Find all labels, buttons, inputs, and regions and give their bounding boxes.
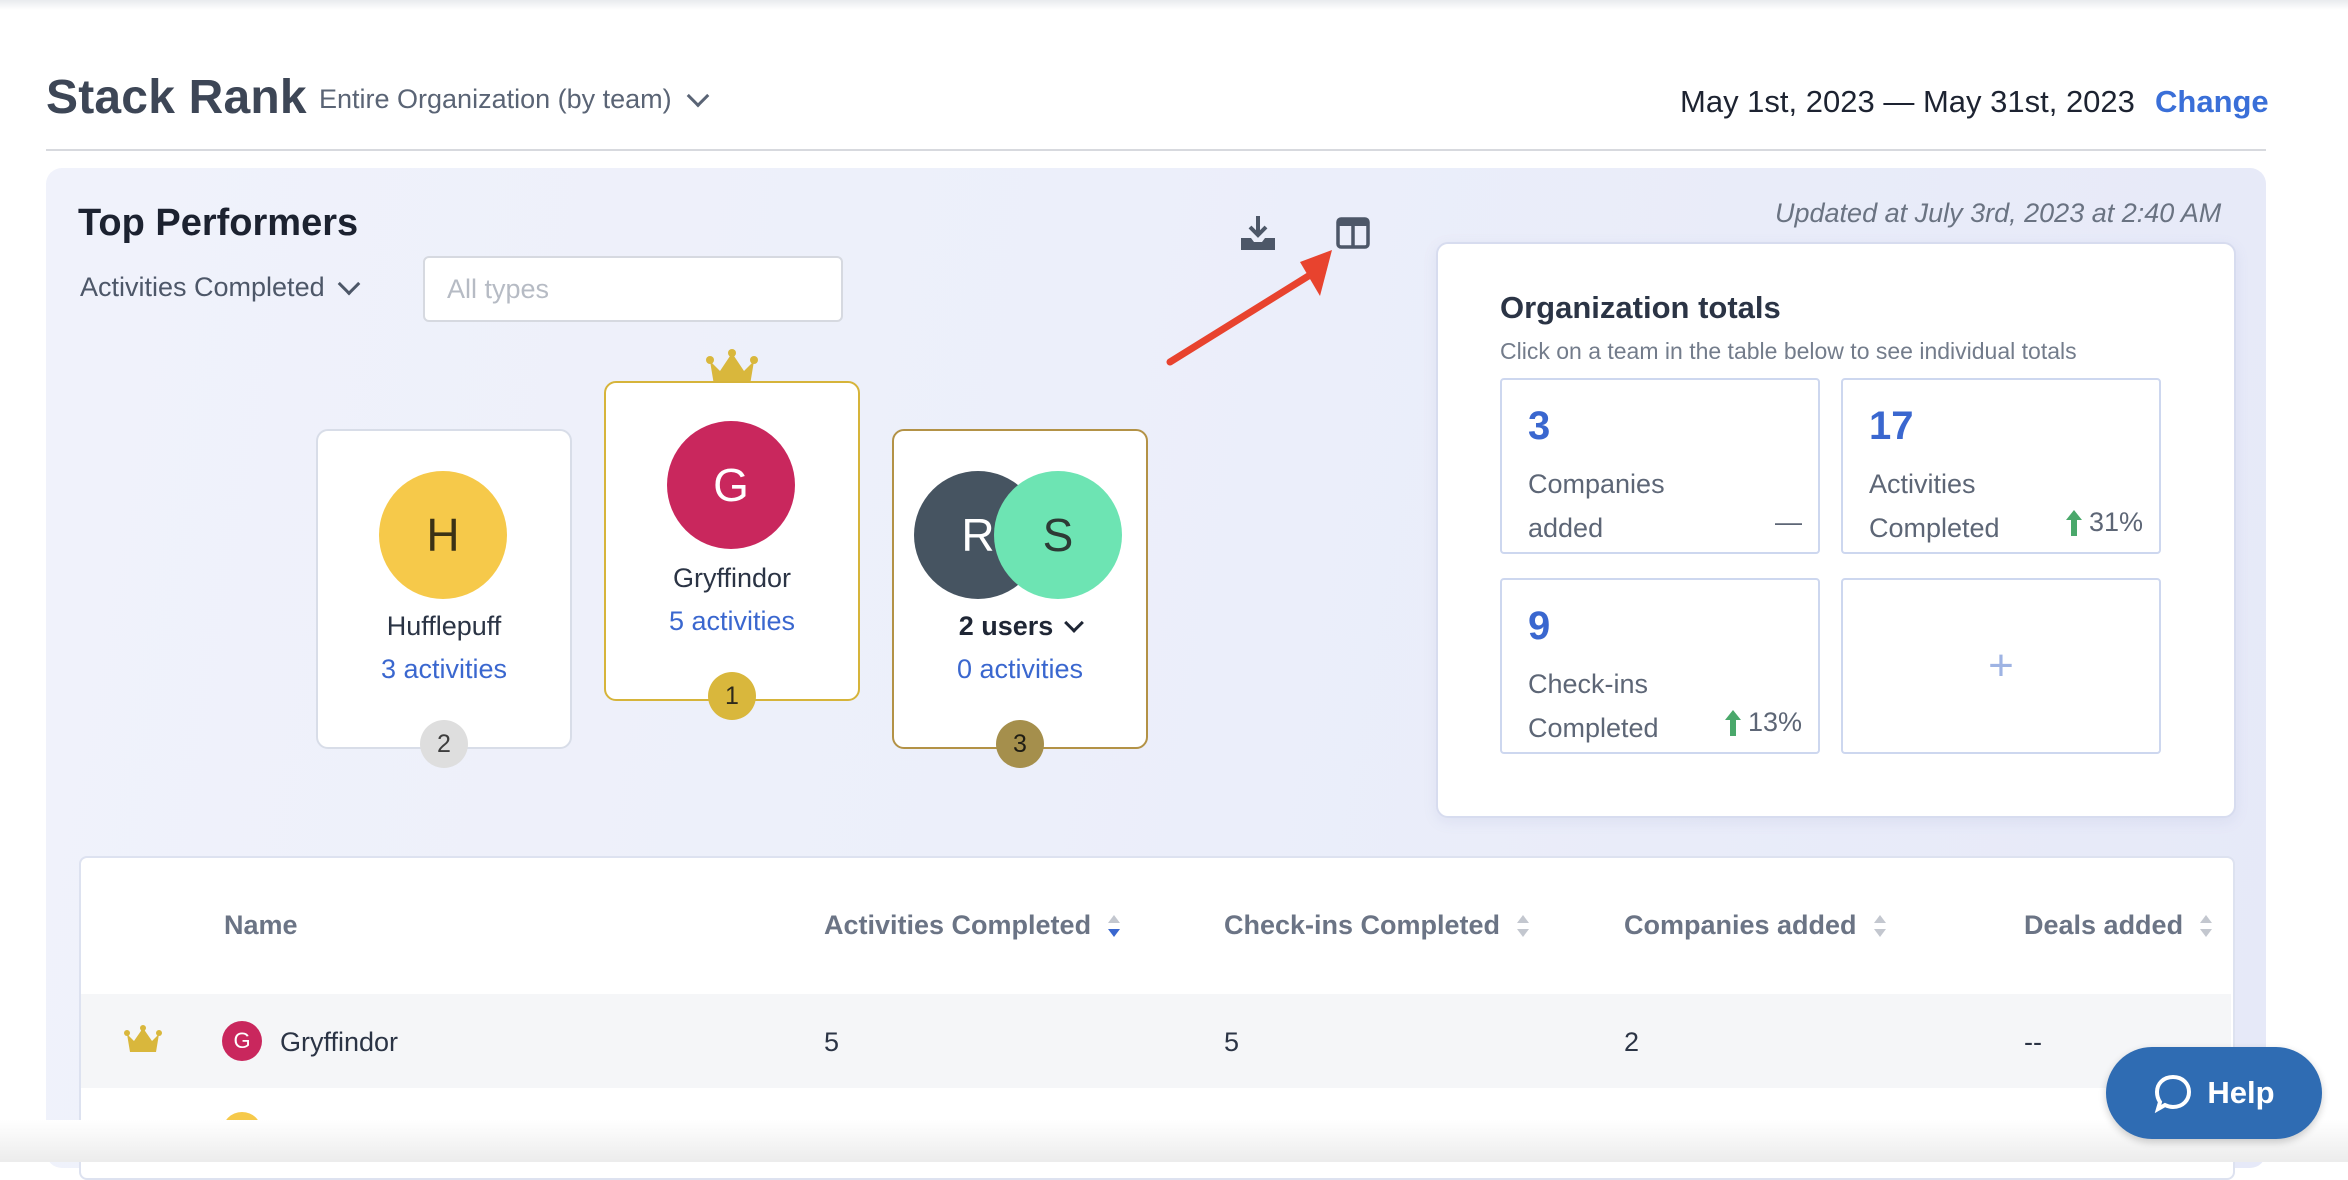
stat-value: 3 — [1528, 404, 1551, 448]
column-header-label: Companies added — [1624, 910, 1857, 940]
stat-change: 31% — [2065, 507, 2143, 538]
column-header-name[interactable]: Name — [224, 910, 298, 941]
column-header-companies[interactable]: Companies added — [1624, 910, 1887, 941]
rank-badge: 2 — [420, 720, 468, 768]
column-header-label: Activities Completed — [824, 910, 1092, 940]
column-header-label: Name — [224, 910, 298, 940]
activities-cell: 5 — [824, 1027, 840, 1057]
sort-desc-icon — [1108, 914, 1121, 937]
scope-label: Entire Organization (by team) — [319, 84, 672, 114]
stat-tile-activities[interactable]: 17 Activities Completed 31% — [1841, 378, 2161, 554]
stat-value: 17 — [1869, 404, 1914, 448]
arrow-up-icon — [2065, 509, 2082, 536]
column-header-checkins[interactable]: Check-ins Completed — [1224, 910, 1530, 941]
scope-dropdown[interactable]: Entire Organization (by team) — [319, 84, 709, 115]
metric-label: Activities Completed — [80, 272, 325, 302]
sort-icon — [1517, 914, 1530, 937]
sort-icon — [1873, 914, 1886, 937]
page-title: Stack Rank — [46, 71, 307, 124]
add-stat-tile[interactable]: + — [1841, 578, 2161, 754]
change-date-link[interactable]: Change — [2155, 84, 2269, 120]
table-row[interactable] — [81, 994, 2231, 1088]
chevron-down-icon — [686, 84, 709, 107]
sort-icon — [2200, 914, 2213, 937]
rank-badge: 1 — [708, 672, 756, 720]
avatar: H — [379, 471, 507, 599]
chevron-down-icon — [337, 272, 360, 295]
metric-dropdown[interactable]: Activities Completed — [80, 272, 360, 303]
chevron-down-icon — [1064, 613, 1085, 633]
column-header-deals[interactable]: Deals added — [2024, 910, 2213, 941]
activity-count-link[interactable]: 0 activities — [894, 654, 1146, 685]
stat-change: 13% — [1724, 707, 1802, 738]
org-totals-title: Organization totals — [1500, 290, 1781, 325]
help-label: Help — [2207, 1075, 2275, 1110]
avatar: G — [222, 1021, 262, 1061]
updated-timestamp: Updated at July 3rd, 2023 at 2:40 AM — [1775, 198, 2222, 228]
team-name: Hufflepuff — [386, 611, 502, 641]
companies-cell: 2 — [1624, 1027, 1640, 1057]
stat-tile-companies[interactable]: 3 Companies added — — [1500, 378, 1820, 554]
team-name-cell[interactable]: Gryffindor — [280, 1027, 398, 1058]
chat-bubble-icon — [2155, 1074, 2192, 1113]
checkins-cell: 5 — [1224, 1027, 1240, 1057]
activity-type-input[interactable] — [423, 256, 843, 322]
activity-count-link[interactable]: 3 activities — [318, 654, 570, 685]
stat-value: 9 — [1528, 604, 1551, 648]
avatar: G — [667, 421, 795, 549]
stat-label: Activities Completed — [1869, 469, 2000, 543]
stat-change-value: 13% — [1747, 707, 1802, 737]
rank-badge: 3 — [996, 720, 1044, 768]
column-header-label: Check-ins Completed — [1224, 910, 1501, 940]
users-expand-toggle[interactable]: 2 users — [894, 611, 1146, 642]
annotation-arrow-icon — [1166, 250, 1332, 366]
org-totals-subtitle: Click on a team in the table below to se… — [1500, 338, 2077, 364]
stat-tile-checkins[interactable]: 9 Check-ins Completed 13% — [1500, 578, 1820, 754]
team-name: Gryffindor — [672, 563, 792, 593]
arrow-up-icon — [1724, 709, 1741, 736]
podium-card-first[interactable]: G Gryffindor 5 activities — [604, 381, 860, 701]
users-count-label: 2 users — [958, 611, 1054, 641]
bottom-shadow — [0, 1120, 2348, 1162]
help-button[interactable]: Help — [2106, 1047, 2322, 1139]
stat-change-value: 31% — [2088, 507, 2143, 537]
stat-label: Companies added — [1528, 469, 1665, 543]
top-shadow — [0, 0, 2348, 10]
stat-change: — — [1775, 507, 1802, 538]
podium-card-second[interactable]: H Hufflepuff 3 activities — [316, 429, 572, 749]
activity-count-link[interactable]: 5 activities — [606, 606, 858, 637]
crown-icon — [124, 1025, 162, 1052]
column-header-label: Deals added — [2024, 910, 2184, 940]
top-performers-title: Top Performers — [78, 202, 359, 244]
deals-cell: -- — [2024, 1027, 2042, 1057]
avatar: S — [994, 471, 1122, 599]
column-header-activities[interactable]: Activities Completed — [824, 910, 1121, 941]
plus-icon: + — [1988, 641, 2014, 690]
date-range: May 1st, 2023 — May 31st, 2023 — [1680, 84, 2135, 119]
stat-change-value: — — [1775, 507, 1802, 537]
header-divider — [46, 149, 2266, 151]
stat-label: Check-ins Completed — [1528, 669, 1659, 743]
podium-card-third[interactable]: R S 2 users 0 activities — [892, 429, 1148, 749]
